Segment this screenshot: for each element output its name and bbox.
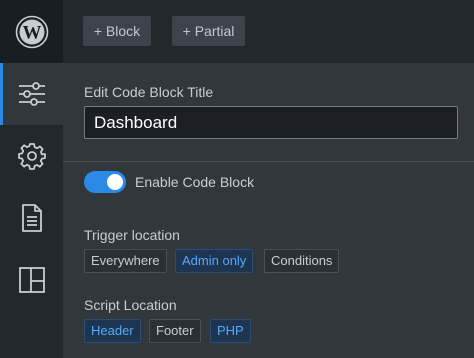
script-option-header[interactable]: Header (84, 319, 141, 343)
layout-icon (18, 267, 45, 293)
sliders-icon (18, 82, 45, 106)
enable-code-block-label: Enable Code Block (135, 174, 255, 190)
toolbar: + Block + Partial (63, 0, 474, 63)
script-option-footer[interactable]: Footer (149, 319, 201, 343)
title-field-label: Edit Code Block Title (84, 84, 214, 100)
code-block-title-input[interactable] (84, 106, 458, 139)
wordpress-logo[interactable]: W (0, 0, 63, 63)
svg-text:W: W (22, 22, 41, 43)
trigger-option-conditions[interactable]: Conditions (264, 249, 340, 273)
trigger-location-label: Trigger location (84, 227, 180, 243)
sidebar-item-document[interactable] (0, 187, 63, 249)
add-partial-button[interactable]: + Partial (172, 16, 245, 46)
main-panel: + Block + Partial Edit Code Block Title … (63, 0, 474, 358)
sidebar-item-layout[interactable] (0, 249, 63, 311)
wordpress-logo-icon: W (15, 15, 48, 48)
add-block-button[interactable]: + Block (83, 16, 151, 46)
document-icon (21, 204, 42, 232)
script-option-php[interactable]: PHP (210, 319, 251, 343)
enable-code-block-toggle[interactable] (84, 171, 126, 193)
sidebar-item-gear[interactable] (0, 125, 63, 187)
toggle-knob (107, 174, 123, 190)
sidebar-item-settings-sliders[interactable] (0, 63, 63, 125)
sidebar: W (0, 0, 63, 358)
trigger-option-admin-only[interactable]: Admin only (175, 249, 254, 273)
divider (63, 161, 474, 162)
script-location-label: Script Location (84, 297, 177, 313)
gear-icon (17, 143, 46, 170)
trigger-option-everywhere[interactable]: Everywhere (84, 249, 167, 273)
